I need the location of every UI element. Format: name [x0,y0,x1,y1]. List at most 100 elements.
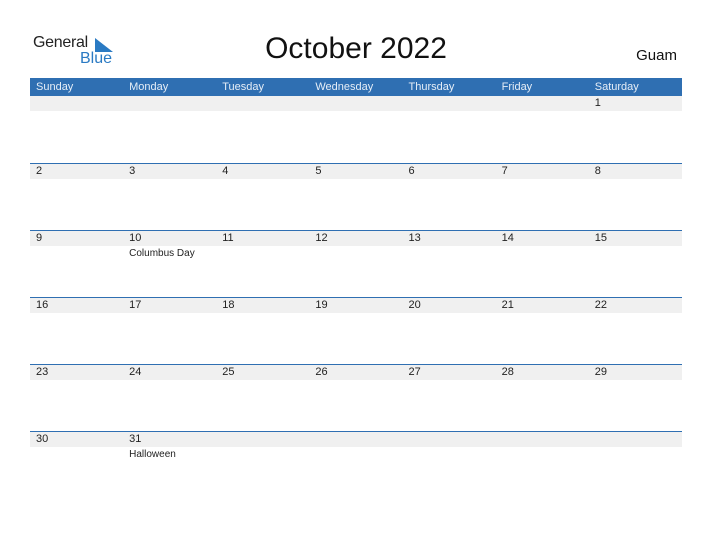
day-number: 12 [315,232,328,244]
day-cell: 8 [589,164,682,179]
day-number [409,96,496,111]
day-number: 4 [222,165,229,177]
day-number: 13 [408,232,421,244]
day-cell: 2 [30,164,123,179]
day-number: 8 [594,165,601,177]
weekday-label: Wednesday [315,81,374,93]
day-number: 28 [501,366,514,378]
day-cell [403,96,496,111]
day-number: 2 [36,165,43,177]
day-cell: 17 [123,298,216,313]
day-number [129,96,216,111]
day-number: 14 [501,232,514,244]
day-cell [496,96,589,111]
week-row: 9 10 Columbus Day 11 12 13 14 15 [30,230,682,297]
day-cell: 11 [216,231,309,259]
week-row: 2 3 4 5 6 7 8 [30,163,682,230]
day-cell: 29 [589,365,682,380]
day-cell: 18 [216,298,309,313]
holiday-label: Halloween [129,449,176,460]
day-number [502,432,589,447]
day-cell [589,432,682,460]
day-number: 18 [222,299,235,311]
page-title: October 2022 [265,32,447,65]
day-cell: 10 Columbus Day [123,231,216,259]
day-number: 11 [222,232,234,244]
day-number [315,432,402,447]
day-number [409,432,496,447]
day-cell [403,432,496,460]
day-number: 20 [408,299,421,311]
day-number [222,432,309,447]
day-cell [30,96,123,111]
week-row: 30 31 Halloween [30,431,682,498]
day-cell: 13 [403,231,496,259]
day-cell: 7 [496,164,589,179]
day-cell [216,432,309,460]
day-number: 21 [501,299,514,311]
weekday-label: Saturday [594,81,639,93]
day-number [222,96,309,111]
day-cell: 28 [496,365,589,380]
day-number: 15 [594,232,607,244]
day-cell [309,432,402,460]
weekday-label: Tuesday [222,81,265,93]
day-number: 27 [408,366,421,378]
day-number: 7 [501,165,508,177]
day-cell: 1 [589,96,682,111]
day-number: 29 [594,366,607,378]
day-cell [216,96,309,111]
day-number [502,96,589,111]
day-number: 16 [36,299,49,311]
day-number: 22 [594,299,607,311]
day-cell: 4 [216,164,309,179]
day-number [36,96,123,111]
day-cell [309,96,402,111]
day-cell: 25 [216,365,309,380]
weekday-label: Friday [501,81,533,93]
day-cell: 31 Halloween [123,432,216,460]
weekday-header: Sunday Monday Tuesday Wednesday Thursday… [30,78,682,96]
week-row: 1 [30,96,682,163]
country-label: Guam [636,47,677,64]
day-cell: 20 [403,298,496,313]
day-number: 9 [36,232,43,244]
day-cell [496,432,589,460]
weekday-label: Monday [129,81,169,93]
day-cell: 24 [123,365,216,380]
day-cell: 15 [589,231,682,259]
day-cell: 27 [403,365,496,380]
day-number: 31 [129,433,142,445]
day-number [315,96,402,111]
holiday-label: Columbus Day [129,248,195,259]
day-number: 6 [408,165,415,177]
day-cell: 3 [123,164,216,179]
day-cell: 19 [309,298,402,313]
week-row: 16 17 18 19 20 21 22 [30,297,682,364]
day-cell: 23 [30,365,123,380]
day-number: 23 [36,366,49,378]
day-cell: 16 [30,298,123,313]
week-row: 23 24 25 26 27 28 29 [30,364,682,431]
day-number: 17 [129,299,142,311]
day-cell: 6 [403,164,496,179]
day-cell: 26 [309,365,402,380]
weekday-label: Thursday [408,81,455,93]
day-number: 25 [222,366,235,378]
day-cell: 14 [496,231,589,259]
day-cell: 5 [309,164,402,179]
day-cell: 21 [496,298,589,313]
day-cell: 12 [309,231,402,259]
day-number: 3 [129,165,136,177]
calendar-grid: Sunday Monday Tuesday Wednesday Thursday… [30,78,682,498]
day-cell: 9 [30,231,123,259]
day-number: 10 [129,232,142,244]
day-cell: 22 [589,298,682,313]
day-number: 19 [315,299,328,311]
day-number: 24 [129,366,142,378]
day-cell: 30 [30,432,123,460]
day-number: 30 [36,433,49,445]
day-cell [123,96,216,111]
day-number: 5 [315,165,322,177]
day-number: 26 [315,366,328,378]
